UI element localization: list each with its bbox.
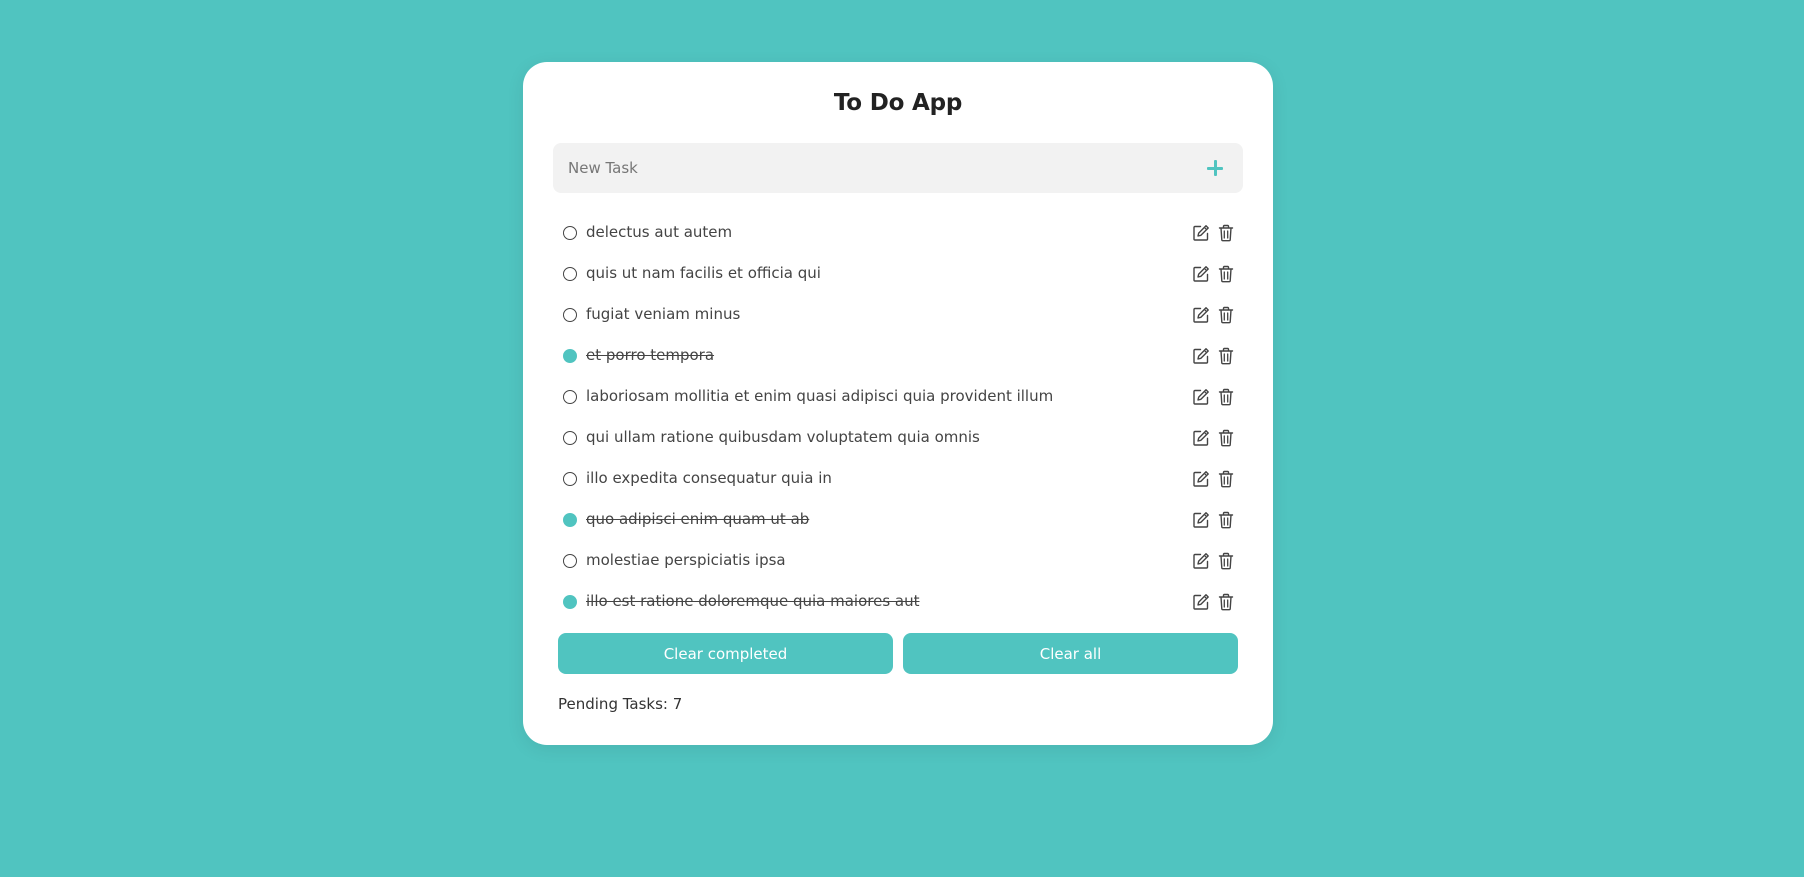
task-label: illo expedita consequatur quia in <box>586 469 832 487</box>
task-label: delectus aut autem <box>586 223 733 241</box>
task-checkbox[interactable] <box>563 349 577 363</box>
edit-icon[interactable] <box>1192 593 1210 611</box>
task-label: illo est ratione doloremque quia maiores… <box>586 592 920 610</box>
task-list: delectus aut autem quis ut nam facilis et… <box>553 213 1243 623</box>
task-item: illo est ratione doloremque quia maiores… <box>553 582 1243 623</box>
edit-icon[interactable] <box>1192 265 1210 283</box>
plus-icon[interactable] <box>1203 156 1227 180</box>
trash-icon[interactable] <box>1218 511 1234 529</box>
task-label: fugiat veniam minus <box>586 305 741 323</box>
task-label: qui ullam ratione quibusdam voluptatem q… <box>586 428 980 446</box>
task-item: laboriosam mollitia et enim quasi adipis… <box>553 377 1243 418</box>
task-checkbox[interactable] <box>563 513 577 527</box>
trash-icon[interactable] <box>1218 306 1234 324</box>
task-item: qui ullam ratione quibusdam voluptatem q… <box>553 418 1243 459</box>
edit-icon[interactable] <box>1192 224 1210 242</box>
task-checkbox[interactable] <box>563 595 577 609</box>
task-checkbox[interactable] <box>563 267 577 281</box>
task-item: et porro tempora <box>553 336 1243 377</box>
task-item: molestiae perspiciatis ipsa <box>553 541 1243 582</box>
task-label: quo adipisci enim quam ut ab <box>586 510 810 528</box>
new-task-input[interactable] <box>568 143 1168 193</box>
task-checkbox[interactable] <box>563 226 577 240</box>
trash-icon[interactable] <box>1218 552 1234 570</box>
todo-card: To Do App delectus aut autem quis ut nam … <box>523 62 1273 745</box>
task-item: quis ut nam facilis et officia qui <box>553 254 1243 295</box>
task-item: delectus aut autem <box>553 213 1243 254</box>
edit-icon[interactable] <box>1192 429 1210 447</box>
trash-icon[interactable] <box>1218 429 1234 447</box>
task-label: laboriosam mollitia et enim quasi adipis… <box>586 387 1054 405</box>
task-item: fugiat veniam minus <box>553 295 1243 336</box>
new-task-bar <box>553 143 1243 193</box>
trash-icon[interactable] <box>1218 265 1234 283</box>
task-checkbox[interactable] <box>563 390 577 404</box>
edit-icon[interactable] <box>1192 511 1210 529</box>
edit-icon[interactable] <box>1192 347 1210 365</box>
trash-icon[interactable] <box>1218 347 1234 365</box>
trash-icon[interactable] <box>1218 470 1234 488</box>
trash-icon[interactable] <box>1218 388 1234 406</box>
task-checkbox[interactable] <box>563 472 577 486</box>
clear-all-button[interactable]: Clear all <box>903 633 1238 674</box>
task-checkbox[interactable] <box>563 554 577 568</box>
edit-icon[interactable] <box>1192 470 1210 488</box>
trash-icon[interactable] <box>1218 593 1234 611</box>
clear-completed-button[interactable]: Clear completed <box>558 633 893 674</box>
task-item: quo adipisci enim quam ut ab <box>553 500 1243 541</box>
task-label: quis ut nam facilis et officia qui <box>586 264 821 282</box>
task-label: molestiae perspiciatis ipsa <box>586 551 786 569</box>
app-title: To Do App <box>833 90 963 116</box>
edit-icon[interactable] <box>1192 306 1210 324</box>
task-checkbox[interactable] <box>563 308 577 322</box>
pending-tasks-count: Pending Tasks: 7 <box>558 695 683 713</box>
task-checkbox[interactable] <box>563 431 577 445</box>
task-label: et porro tempora <box>586 346 715 364</box>
trash-icon[interactable] <box>1218 224 1234 242</box>
edit-icon[interactable] <box>1192 388 1210 406</box>
task-item: illo expedita consequatur quia in <box>553 459 1243 500</box>
edit-icon[interactable] <box>1192 552 1210 570</box>
